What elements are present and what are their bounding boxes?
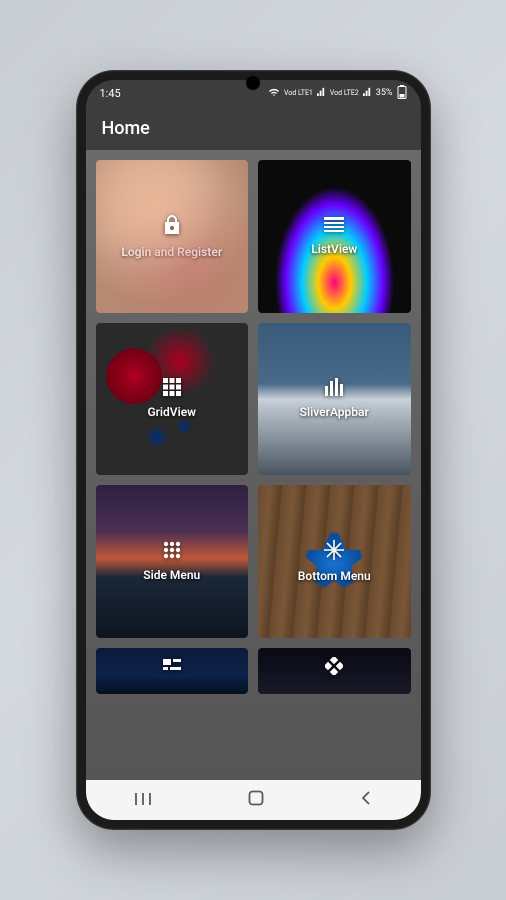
- tile-label: Login and Register: [115, 245, 228, 259]
- tile-sliverappbar[interactable]: SliverAppbar: [258, 323, 411, 476]
- recents-button[interactable]: [134, 791, 152, 810]
- content-area[interactable]: Login and Register ListView GridView: [86, 150, 421, 780]
- battery-text: 35%: [376, 88, 393, 98]
- tile-grid: Login and Register ListView GridView: [96, 160, 411, 694]
- home-button[interactable]: [248, 790, 264, 810]
- phone-frame: 1:45 Vod LTE1 Vod LTE2 35% Ho: [76, 70, 431, 830]
- bars-icon: [324, 378, 344, 399]
- tile-side-menu[interactable]: Side Menu: [96, 485, 249, 638]
- lock-icon: [162, 214, 182, 239]
- tile-label: SliverAppbar: [294, 405, 375, 419]
- tile-extra-2[interactable]: [258, 648, 411, 694]
- sim2-label: Vod LTE2: [330, 90, 359, 97]
- status-indicators: Vod LTE1 Vod LTE2 35%: [268, 85, 407, 102]
- app-bar: Home: [86, 106, 421, 150]
- sim1-label: Vod LTE1: [284, 90, 313, 97]
- back-button[interactable]: [360, 790, 372, 810]
- tile-label: Side Menu: [137, 568, 206, 582]
- list-icon: [324, 217, 344, 236]
- navigation-bar: [86, 780, 421, 820]
- tile-label: GridView: [141, 405, 202, 419]
- dashboard-icon: [163, 659, 181, 676]
- wifi-icon: [268, 87, 280, 100]
- apps-icon: [163, 541, 181, 562]
- tile-gridview[interactable]: GridView: [96, 323, 249, 476]
- tile-label: Bottom Menu: [292, 569, 377, 583]
- signal2-icon: [363, 87, 372, 99]
- tile-bottom-menu[interactable]: Bottom Menu: [258, 485, 411, 638]
- page-title: Home: [102, 118, 150, 139]
- tile-login-register[interactable]: Login and Register: [96, 160, 249, 313]
- screen: 1:45 Vod LTE1 Vod LTE2 35% Ho: [86, 80, 421, 820]
- battery-icon: [397, 85, 407, 102]
- tile-listview[interactable]: ListView: [258, 160, 411, 313]
- tile-extra-1[interactable]: [96, 648, 249, 694]
- diamonds-icon: [325, 657, 343, 678]
- signal1-icon: [317, 87, 326, 99]
- camera-notch: [246, 76, 260, 90]
- tile-label: ListView: [305, 242, 363, 256]
- status-time: 1:45: [100, 87, 121, 100]
- grid-icon: [163, 378, 181, 399]
- snowflake-icon: [324, 540, 344, 563]
